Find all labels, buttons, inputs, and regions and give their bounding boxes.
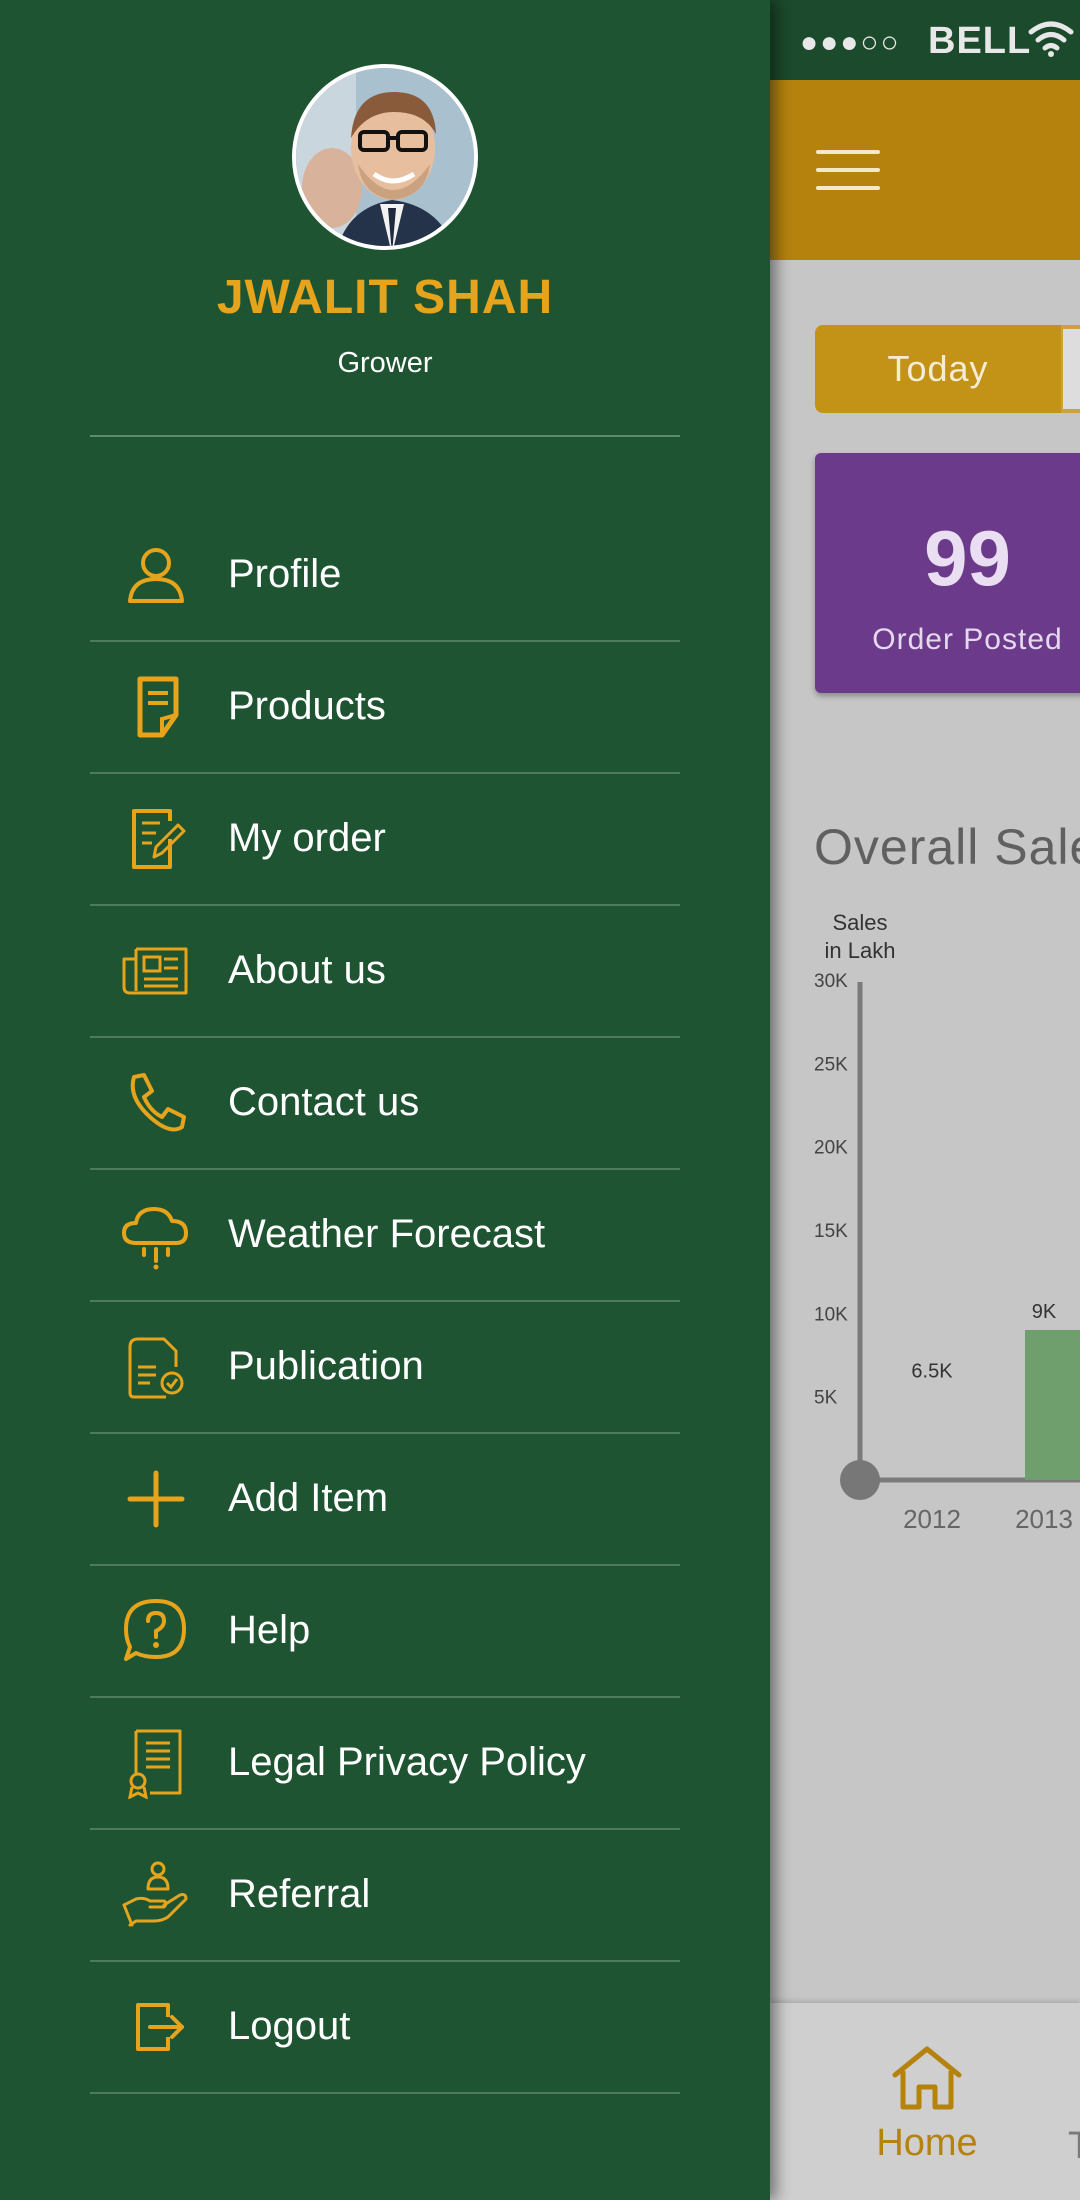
menu-item-legal-privacy-policy[interactable]: Legal Privacy Policy [90,1698,680,1830]
cloud-rain-icon [120,1199,192,1271]
menu-item-label: Referral [228,1872,371,1916]
menu-item-label: Help [228,1608,311,1652]
menu-item-contact-us[interactable]: Contact us [90,1038,680,1170]
period-toggle[interactable]: Today [815,325,1080,413]
menu-item-about-us[interactable]: About us [90,906,680,1038]
home-icon [889,2046,965,2117]
app-bar [770,80,1080,260]
menu-item-referral[interactable]: Referral [90,1830,680,1962]
sales-chart-svg: Sales in Lakh 30K 25K 20K 15K 10K 5K 6.5K 2012 9K 2… [814,910,1080,1534]
stat-label: Order Posted [872,623,1063,656]
y-tick-label: 25K [814,1054,848,1075]
carrier-name: BELL [928,20,1032,62]
menu-item-publication[interactable]: Publication [90,1302,680,1434]
user-name: JWALIT SHAH [216,271,554,324]
status-bar: ●●●○○ BELL [770,0,1080,80]
menu-item-add-item[interactable]: Add Item [90,1434,680,1566]
sales-chart: Sales in Lakh 30K 25K 20K 15K 10K 5K 6.5K 2012 9K 2… [800,900,1080,1545]
menu-item-label: Publication [228,1344,424,1388]
person-icon [120,539,192,611]
menu-item-label: Contact us [228,1080,420,1124]
menu-item-my-order[interactable]: My order [90,774,680,906]
menu-item-label: Profile [228,552,342,596]
header-divider [90,435,680,437]
user-role: Grower [337,347,433,379]
bar-value-label: 9K [1032,1301,1057,1323]
y-axis-label: in Lakh [825,938,896,963]
avatar[interactable] [292,64,478,250]
logout-icon [120,1991,192,2063]
menu-item-help[interactable]: Help [90,1566,680,1698]
plus-icon [120,1463,192,1535]
menu-item-profile[interactable]: Profile [90,510,680,642]
signal-strength: ●●●○○ [800,26,901,59]
y-tick-label: 15K [814,1221,848,1242]
nav-home-label: Home [876,2122,978,2164]
menu-item-label: About us [228,948,386,992]
y-tick-label: 20K [814,1138,848,1159]
document-check-icon [120,1331,192,1403]
product-note-icon [120,671,192,743]
y-tick-label: 30K [814,971,848,992]
menu-item-label: My order [228,816,386,860]
drawer-menu: Profile Products My order About us Conta… [90,510,680,2094]
avatar-photo [296,68,474,246]
x-tick-label: 2012 [903,1504,961,1534]
newspaper-icon [120,935,192,1007]
phone-icon [120,1067,192,1139]
menu-item-products[interactable]: Products [90,642,680,774]
chart-bar [1025,1330,1080,1480]
help-bubble-icon [120,1595,192,1667]
stat-value: 99 [924,514,1011,602]
orders-stat-card[interactable]: 99 Order Posted [815,453,1080,693]
x-tick-label: 2013 [1015,1504,1073,1534]
menu-item-label: Weather Forecast [228,1212,546,1256]
menu-item-label: Logout [228,2004,351,2048]
wifi-icon [1028,18,1074,63]
toggle-other[interactable] [1063,329,1080,409]
nav-home[interactable]: Home [862,2043,992,2165]
hand-person-icon [120,1859,192,1931]
toggle-today[interactable]: Today [815,325,1061,413]
y-axis-label: Sales [832,910,887,935]
nav-next-label[interactable]: T [1068,2125,1080,2168]
bar-value-label: 6.5K [911,1361,953,1383]
order-edit-icon [120,803,192,875]
menu-item-label: Products [228,684,386,728]
bottom-nav: Home T [770,2003,1080,2200]
y-tick-label: 5K [814,1388,838,1409]
section-title: Overall Sales [814,819,1080,875]
axis-origin-dot [840,1460,880,1500]
y-tick-label: 10K [814,1304,848,1325]
navigation-drawer: JWALIT SHAH Grower Profile Products My o… [0,0,770,2200]
certificate-icon [120,1727,192,1800]
menu-item-label: Legal Privacy Policy [228,1740,586,1784]
menu-item-label: Add Item [228,1476,389,1520]
menu-item-weather-forecast[interactable]: Weather Forecast [90,1170,680,1302]
menu-icon[interactable] [816,150,880,190]
menu-item-logout[interactable]: Logout [90,1962,680,2094]
